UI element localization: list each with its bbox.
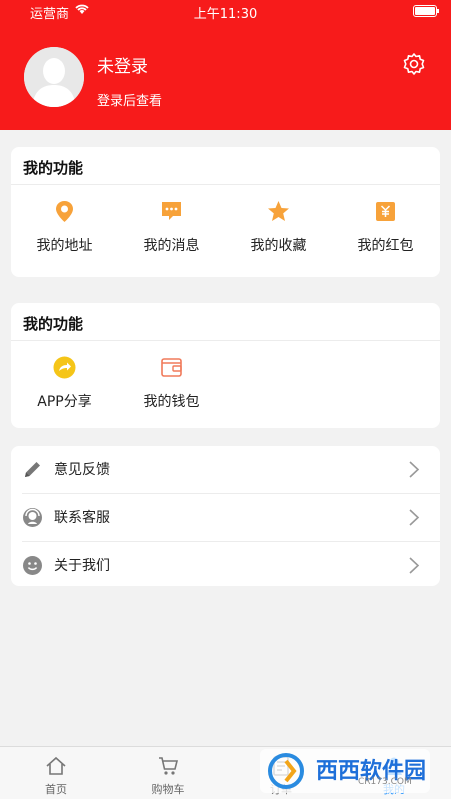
tab-home[interactable]: 首页	[0, 747, 112, 799]
list-item-about-us[interactable]: 关于我们	[11, 542, 440, 589]
tab-cart[interactable]: 购物车	[112, 747, 224, 799]
battery-icon	[413, 5, 439, 17]
chevron-right-icon	[408, 508, 420, 527]
tab-cart-label: 购物车	[151, 783, 185, 796]
location-pin-icon	[52, 199, 77, 224]
chevron-right-icon	[408, 556, 420, 575]
chevron-right-icon	[408, 460, 420, 479]
divider	[11, 184, 440, 185]
list-item-feedback[interactable]: 意见反馈	[11, 446, 440, 493]
app-share-label: APP分享	[37, 394, 92, 410]
app-share-button[interactable]: APP分享	[11, 355, 118, 415]
my-favorites-button[interactable]: 我的收藏	[225, 199, 332, 259]
functions-card-2: 我的功能 APP分享 我的钱包	[11, 303, 440, 428]
profile-header: 未登录 登录后查看	[0, 22, 451, 130]
my-address-label: 我的地址	[36, 238, 93, 254]
my-wallet-button[interactable]: 我的钱包	[118, 355, 225, 415]
functions-card-1: 我的功能 我的地址 我的消息 我的收藏 我的红包	[11, 147, 440, 277]
my-messages-button[interactable]: 我的消息	[118, 199, 225, 259]
watermark-logo: 西西软件园 CR173.COM	[260, 747, 430, 795]
my-red-packet-button[interactable]: 我的红包	[332, 199, 439, 259]
my-red-packet-label: 我的红包	[357, 238, 414, 254]
divider	[11, 340, 440, 341]
edit-pencil-icon	[22, 459, 43, 480]
cart-icon	[157, 755, 179, 777]
card-title: 我的功能	[23, 315, 84, 333]
my-messages-label: 我的消息	[143, 238, 200, 254]
feedback-label: 意见反馈	[54, 462, 110, 478]
red-packet-icon	[373, 199, 398, 224]
share-icon	[52, 355, 77, 380]
my-address-button[interactable]: 我的地址	[11, 199, 118, 259]
customer-service-icon	[22, 507, 43, 528]
smile-icon	[22, 555, 43, 576]
settings-list: 意见反馈 联系客服 关于我们	[11, 446, 440, 586]
clock: 上午11:30	[193, 7, 258, 22]
message-icon	[159, 199, 184, 224]
avatar[interactable]	[24, 47, 84, 107]
about-us-label: 关于我们	[54, 558, 110, 574]
status-bar: 运营商 上午11:30	[0, 0, 451, 22]
tab-home-label: 首页	[45, 783, 67, 796]
home-icon	[45, 755, 67, 777]
login-hint[interactable]: 登录后查看	[97, 90, 162, 109]
card-title: 我的功能	[23, 159, 84, 177]
list-item-customer-service[interactable]: 联系客服	[11, 494, 440, 541]
watermark-subtext: CR173.COM	[358, 777, 412, 787]
my-favorites-label: 我的收藏	[250, 238, 307, 254]
wallet-icon	[159, 355, 184, 380]
customer-service-label: 联系客服	[54, 510, 110, 526]
gear-icon[interactable]	[402, 52, 426, 76]
username-label[interactable]: 未登录	[97, 52, 148, 77]
star-icon	[266, 199, 291, 224]
my-wallet-label: 我的钱包	[143, 394, 200, 410]
